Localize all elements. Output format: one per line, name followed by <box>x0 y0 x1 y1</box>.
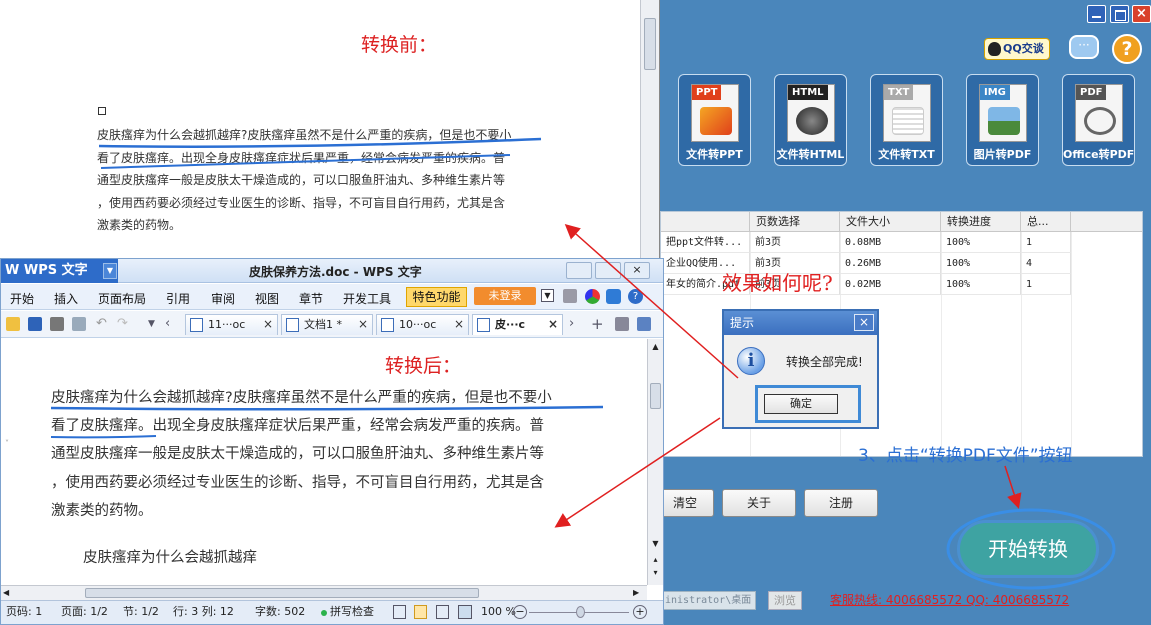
arrow-to-before <box>564 224 739 379</box>
arrow-to-after <box>554 417 721 528</box>
arrow-to-start <box>1004 465 1022 509</box>
annotation-arrows <box>554 224 1116 590</box>
start-highlight-ring <box>946 508 1116 590</box>
